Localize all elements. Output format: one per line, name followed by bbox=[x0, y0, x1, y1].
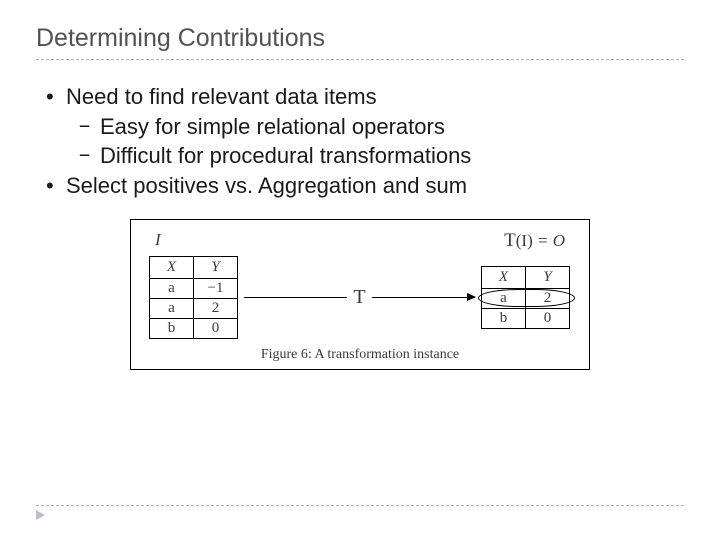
input-table: XY a−1 a2 b0 bbox=[149, 256, 238, 339]
figure-header: I T(I) = O bbox=[149, 230, 571, 256]
figure-container: I T(I) = O XY a−1 a2 b0 T XY bbox=[36, 219, 684, 370]
slide-title: Determining Contributions bbox=[36, 24, 684, 53]
slide: Determining Contributions Need to find r… bbox=[0, 0, 720, 370]
figure-caption: Figure 6: A transformation instance bbox=[149, 347, 571, 363]
bullet-subitem: Difficult for procedural transformations bbox=[42, 141, 684, 171]
bullet-item: Select positives vs. Aggregation and sum bbox=[42, 171, 684, 201]
title-divider bbox=[36, 59, 684, 60]
bullet-list: Need to find relevant data items Easy fo… bbox=[36, 82, 684, 201]
input-label: I bbox=[155, 230, 161, 250]
figure-box: I T(I) = O XY a−1 a2 b0 T XY bbox=[130, 219, 590, 370]
transformation-label: T bbox=[347, 286, 371, 309]
figure-body: XY a−1 a2 b0 T XY a2 b0 bbox=[149, 256, 571, 339]
arrowhead-icon bbox=[467, 293, 476, 301]
output-table: XY a2 b0 bbox=[481, 266, 571, 329]
slide-marker-icon bbox=[36, 510, 45, 520]
footer-divider bbox=[36, 505, 684, 506]
output-label: T(I) = O bbox=[504, 230, 565, 252]
bullet-item: Need to find relevant data items bbox=[42, 82, 684, 112]
bullet-subitem: Easy for simple relational operators bbox=[42, 112, 684, 142]
transformation-arrow: T bbox=[244, 267, 475, 327]
highlighted-row: a2 bbox=[482, 288, 571, 308]
